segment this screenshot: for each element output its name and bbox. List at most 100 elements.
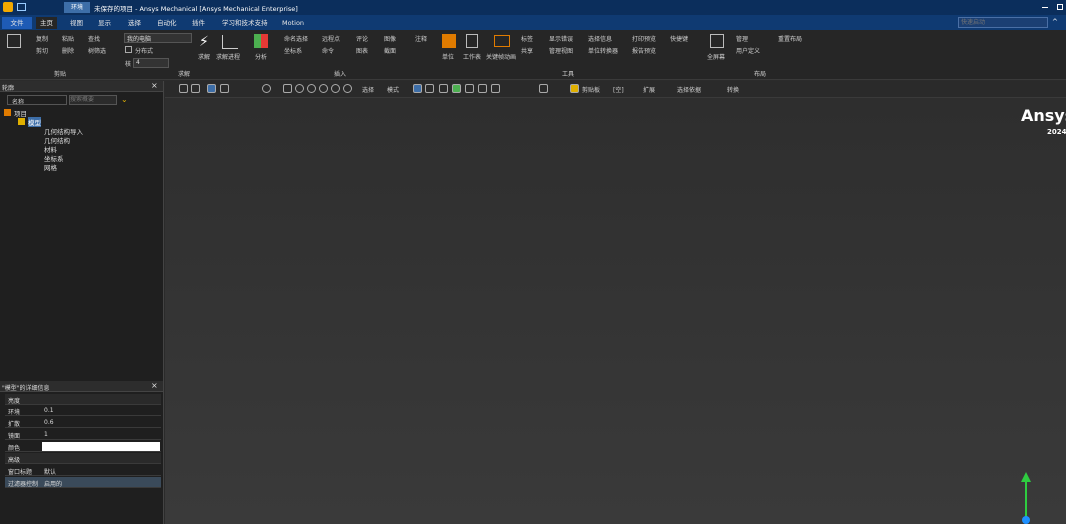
annotation-button[interactable]: 注释: [415, 34, 427, 43]
show-errors-button[interactable]: 显示错误: [549, 34, 573, 43]
iso-view-icon[interactable]: [207, 84, 216, 93]
manage-button[interactable]: 管理: [736, 34, 748, 43]
minimize-icon[interactable]: [1042, 7, 1048, 8]
find-button[interactable]: 查找: [88, 34, 100, 43]
zoom-extents-icon[interactable]: [343, 84, 352, 93]
expand-button[interactable]: 扩展: [643, 85, 655, 94]
select-node-icon[interactable]: [465, 84, 474, 93]
image-button[interactable]: 图像: [384, 34, 396, 43]
title-tab[interactable]: 环境: [64, 2, 90, 13]
tree-filter-button[interactable]: 树筛选: [88, 46, 106, 55]
unit-converter-button[interactable]: 单位转换器: [588, 46, 618, 55]
tab-motion[interactable]: Motion: [278, 17, 308, 29]
tab-display[interactable]: 显示: [94, 17, 115, 29]
select-info-button[interactable]: 选择信息: [588, 34, 612, 43]
clipboard-icon[interactable]: [570, 84, 579, 93]
details-row[interactable]: 扩散 0.6: [5, 417, 161, 428]
worksheet-button[interactable]: 工作表: [463, 52, 481, 61]
chart-button[interactable]: 图表: [356, 46, 368, 55]
details-row[interactable]: 镜面 1: [5, 429, 161, 440]
duplicate-icon[interactable]: [7, 34, 21, 48]
details-row[interactable]: 过滤器控制 启用的: [5, 477, 161, 488]
solve-icon[interactable]: ⚡: [199, 34, 209, 50]
close-icon[interactable]: ×: [151, 381, 158, 390]
empty-selection[interactable]: [空]: [613, 85, 624, 94]
share-button[interactable]: 共享: [521, 46, 533, 55]
cores-input[interactable]: 4: [133, 58, 169, 68]
rotate-icon[interactable]: [262, 84, 271, 93]
keyframe-animation-button[interactable]: 关键帧动画: [486, 52, 516, 61]
remote-point-button[interactable]: 远程点: [322, 34, 340, 43]
select-face-icon[interactable]: [439, 84, 448, 93]
quick-access-icon[interactable]: [17, 3, 26, 11]
mesh-select-icon[interactable]: [491, 84, 500, 93]
paste-button[interactable]: 粘贴: [62, 34, 74, 43]
fullscreen-button[interactable]: 全屏幕: [707, 52, 725, 61]
magnifier-icon[interactable]: [331, 84, 340, 93]
details-row[interactable]: 环境 0.1: [5, 405, 161, 416]
shortcut-button[interactable]: 快捷键: [670, 34, 688, 43]
comment-button[interactable]: 评论: [356, 34, 368, 43]
user-defined-button[interactable]: 用户定义: [736, 46, 760, 55]
tab-select[interactable]: 选择: [124, 17, 145, 29]
restore-icon[interactable]: [1057, 4, 1063, 10]
solver-select[interactable]: 我的电脑: [124, 33, 192, 43]
cut-button[interactable]: 剪切: [36, 46, 48, 55]
details-section[interactable]: 亮度: [5, 394, 161, 405]
manage-views-button[interactable]: 管理视图: [549, 46, 573, 55]
copy-button[interactable]: 复制: [36, 34, 48, 43]
analysis-icon[interactable]: [254, 34, 268, 48]
tab-view[interactable]: 视图: [66, 17, 87, 29]
tab-home[interactable]: 主页: [36, 17, 57, 29]
solve-process-button[interactable]: 求解进程: [216, 52, 240, 61]
collapse-ribbon-icon[interactable]: ^: [1052, 18, 1058, 26]
details-section[interactable]: 高级: [5, 453, 161, 464]
zoom-icon[interactable]: [295, 84, 304, 93]
comment-icon[interactable]: [539, 84, 548, 93]
command-button[interactable]: 命令: [322, 46, 334, 55]
pan-icon[interactable]: [283, 84, 292, 93]
units-button[interactable]: 单位: [442, 52, 454, 61]
solve-button[interactable]: 求解: [198, 52, 210, 61]
report-preview-button[interactable]: 报告预览: [632, 46, 656, 55]
fullscreen-icon[interactable]: [710, 34, 724, 48]
distributed-checkbox[interactable]: [125, 46, 132, 53]
triad-icon[interactable]: [1011, 464, 1041, 524]
print-preview-button[interactable]: 打印预览: [632, 34, 656, 43]
shaded-icon[interactable]: [220, 84, 229, 93]
close-icon[interactable]: ×: [151, 81, 158, 90]
select-point-icon[interactable]: [413, 84, 422, 93]
graphics-viewport[interactable]: Ansys 2024: [165, 98, 1066, 524]
keyframe-icon[interactable]: [494, 35, 510, 47]
zoom-in-icon[interactable]: [179, 84, 188, 93]
select-mode-button[interactable]: 模式: [387, 85, 399, 94]
quick-launch-input[interactable]: [958, 17, 1048, 28]
select-body-icon[interactable]: [452, 84, 461, 93]
zoom-out-icon[interactable]: [191, 84, 200, 93]
coordinate-system-button[interactable]: 坐标系: [284, 46, 302, 55]
select-element-icon[interactable]: [478, 84, 487, 93]
filter-icon[interactable]: ⌄: [121, 95, 128, 104]
clipboard-button[interactable]: 剪贴板: [582, 85, 600, 94]
solve-process-icon[interactable]: [222, 35, 238, 49]
tab-automation[interactable]: 自动化: [153, 17, 181, 29]
details-row[interactable]: 颜色: [5, 441, 161, 452]
worksheet-icon[interactable]: [466, 34, 478, 48]
zoom-fit-icon[interactable]: [319, 84, 328, 93]
file-menu[interactable]: 文件: [2, 17, 32, 29]
details-row[interactable]: 窗口标题 默认: [5, 465, 161, 476]
delete-button[interactable]: 删除: [62, 46, 74, 55]
color-swatch[interactable]: [42, 442, 160, 451]
tags-button[interactable]: 标签: [521, 34, 533, 43]
outline-search-input[interactable]: [69, 95, 117, 105]
units-icon[interactable]: [442, 34, 456, 48]
section-button[interactable]: 截面: [384, 46, 396, 55]
select-edge-icon[interactable]: [425, 84, 434, 93]
named-selection-button[interactable]: 命名选择: [284, 34, 308, 43]
tab-plugins[interactable]: 插件: [188, 17, 209, 29]
name-dropdown[interactable]: [7, 95, 67, 105]
select-by-button[interactable]: 选择依据: [677, 85, 701, 94]
convert-button[interactable]: 转换: [727, 85, 739, 94]
tab-learning[interactable]: 学习和技术支持: [218, 17, 272, 29]
reset-layout-button[interactable]: 重置布局: [778, 34, 802, 43]
